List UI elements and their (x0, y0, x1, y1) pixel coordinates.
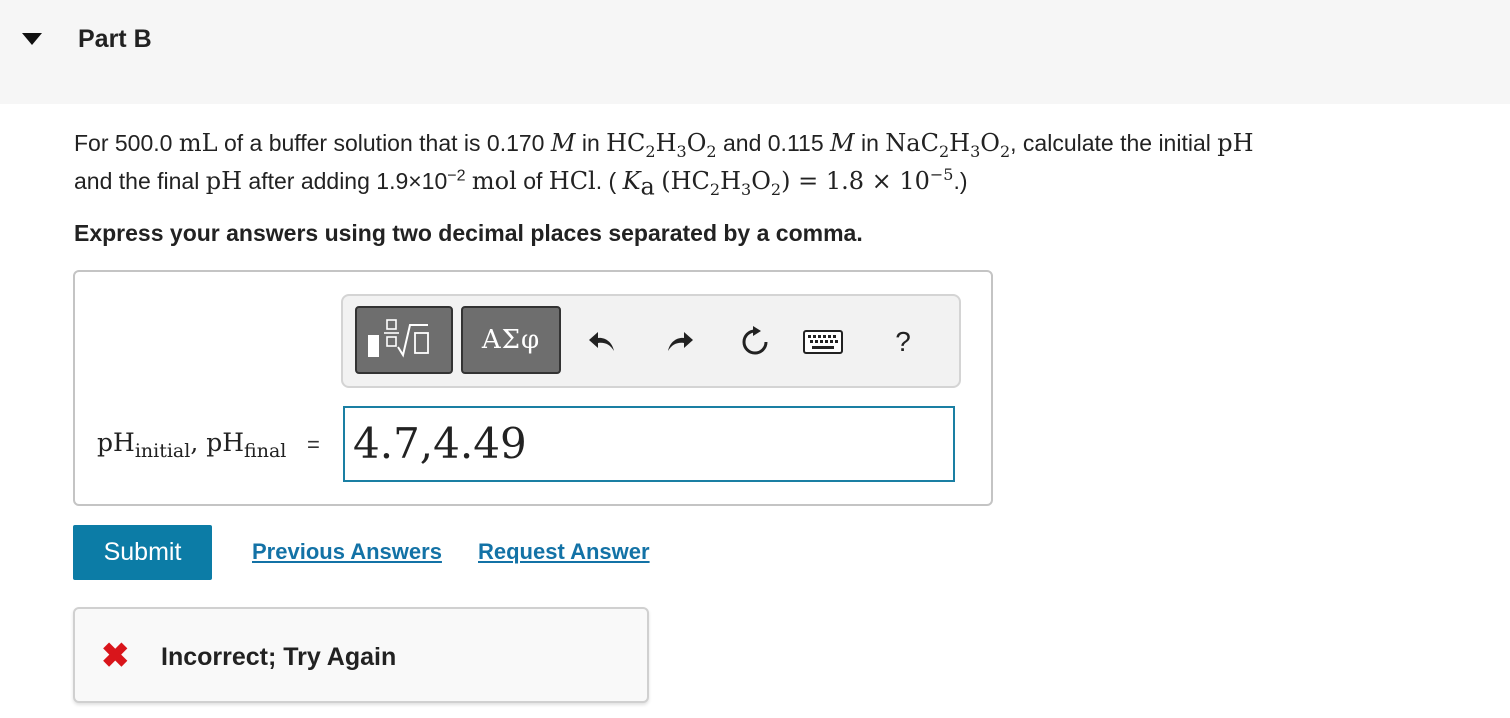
equals-sign: = (307, 432, 320, 457)
part-header[interactable]: Part B (0, 0, 1510, 104)
answer-input[interactable]: 4.7,4.49 (343, 406, 955, 482)
caret-down-icon[interactable] (22, 33, 42, 45)
help-button[interactable]: ? (883, 322, 923, 362)
keyboard-icon[interactable] (803, 322, 843, 362)
instruction-text: Express your answers using two decimal p… (74, 220, 863, 246)
greek-symbols-button[interactable]: ΑΣφ (461, 306, 561, 374)
part-title: Part B (78, 25, 152, 53)
feedback-box: ✖ Incorrect; Try Again (73, 607, 649, 703)
previous-answers-link[interactable]: Previous Answers (252, 539, 442, 565)
reset-icon[interactable] (735, 322, 775, 362)
template-button[interactable] (355, 306, 453, 374)
fraction-radical-template-icon (368, 319, 429, 358)
answer-label: pHinitial, pHfinal (97, 428, 287, 462)
feedback-message: Incorrect; Try Again (161, 643, 397, 671)
math-toolbar: ΑΣφ ? (341, 294, 961, 388)
submit-button[interactable]: Submit (73, 525, 212, 580)
answer-box: ΑΣφ ? pHinitial, pHfinal = 4.7,4.49 (73, 270, 993, 506)
undo-icon[interactable] (583, 322, 623, 362)
redo-icon[interactable] (659, 322, 699, 362)
x-mark-icon: ✖ (101, 637, 130, 675)
question-text: For 500.0 mL of a buffer solution that i… (74, 129, 1254, 201)
request-answer-link[interactable]: Request Answer (478, 539, 650, 565)
